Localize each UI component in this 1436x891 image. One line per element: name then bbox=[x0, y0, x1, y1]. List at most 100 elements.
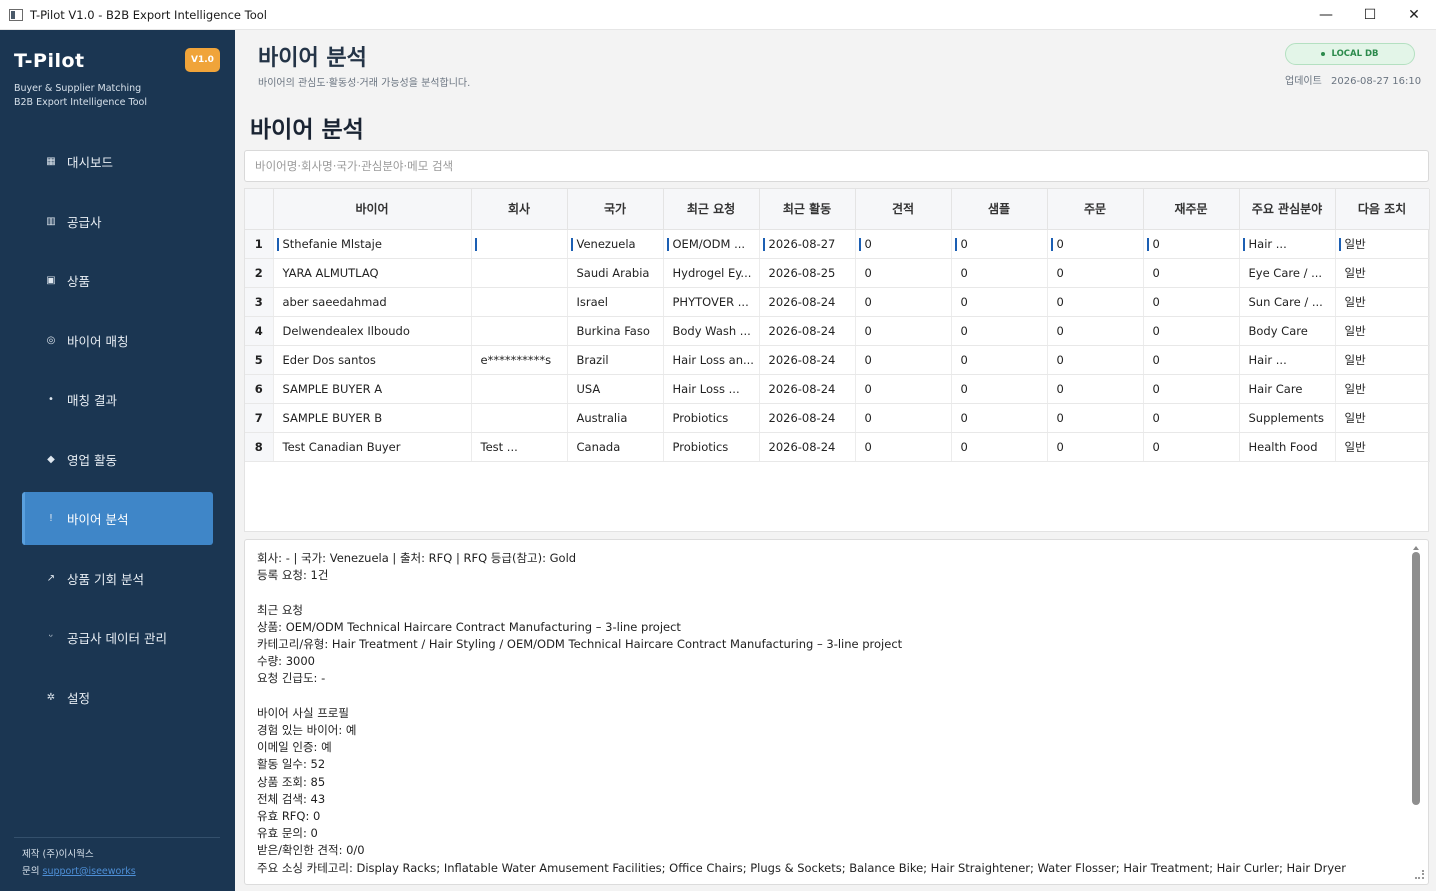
table-cell[interactable]: Brazil bbox=[567, 345, 664, 375]
table-cell[interactable]: Eder Dos santos bbox=[273, 345, 472, 375]
table-cell[interactable]: Body Wash ... bbox=[663, 316, 760, 346]
table-cell[interactable]: Test ... bbox=[471, 432, 568, 462]
table-cell[interactable]: Hair Loss an... bbox=[663, 345, 760, 375]
column-header[interactable]: 국가 bbox=[567, 189, 664, 230]
table-cell[interactable]: USA bbox=[567, 374, 664, 404]
sidebar-item-7[interactable]: ǃ 바이어 분석 bbox=[22, 492, 213, 545]
table-cell[interactable]: 0 bbox=[1143, 374, 1240, 404]
table-cell[interactable]: 일반 bbox=[1335, 374, 1430, 404]
table-cell[interactable]: SAMPLE BUYER B bbox=[273, 403, 472, 433]
table-cell[interactable]: OEM/ODM ... bbox=[663, 229, 760, 259]
table-cell[interactable]: 0 bbox=[1143, 287, 1240, 317]
table-cell[interactable]: 2026-08-24 bbox=[759, 345, 856, 375]
table-cell[interactable]: 0 bbox=[1143, 403, 1240, 433]
sidebar-item-1[interactable]: ▦ 대시보드 bbox=[22, 135, 213, 188]
table-cell[interactable]: Hydrogel Ey... bbox=[663, 258, 760, 288]
table-cell[interactable]: e**********s bbox=[471, 345, 568, 375]
table-cell[interactable]: aber saeedahmad bbox=[273, 287, 472, 317]
table-row[interactable]: 2 YARA ALMUTLAQ Saudi Arabia Hydrogel Ey...… bbox=[245, 258, 1430, 288]
table-cell[interactable]: 일반 bbox=[1335, 345, 1430, 375]
table-cell[interactable]: 2026-08-24 bbox=[759, 403, 856, 433]
scroll-up-arrow-icon[interactable] bbox=[1413, 546, 1419, 550]
column-header[interactable]: 견적 bbox=[855, 189, 952, 230]
table-cell[interactable]: Australia bbox=[567, 403, 664, 433]
sidebar-item-4[interactable]: ◎ 바이어 매칭 bbox=[22, 314, 213, 367]
table-cell[interactable] bbox=[471, 258, 568, 288]
table-cell[interactable]: 0 bbox=[1143, 316, 1240, 346]
table-cell[interactable]: 일반 bbox=[1335, 287, 1430, 317]
table-cell[interactable]: Health Food bbox=[1239, 432, 1336, 462]
table-cell[interactable]: 2026-08-24 bbox=[759, 374, 856, 404]
table-cell[interactable]: 0 bbox=[1143, 345, 1240, 375]
table-cell[interactable]: 0 bbox=[951, 403, 1048, 433]
table-cell[interactable]: Canada bbox=[567, 432, 664, 462]
sidebar-item-6[interactable]: ◆ 영업 활동 bbox=[22, 433, 213, 486]
table-cell[interactable]: 0 bbox=[1047, 229, 1144, 259]
table-cell[interactable]: Probiotics bbox=[663, 403, 760, 433]
table-cell[interactable] bbox=[471, 374, 568, 404]
table-row[interactable]: 5 Eder Dos santos e**********s Brazil Hair L… bbox=[245, 345, 1430, 375]
column-header[interactable]: 바이어 bbox=[273, 189, 472, 230]
table-cell[interactable]: 0 bbox=[855, 229, 952, 259]
table-cell[interactable]: 0 bbox=[1047, 345, 1144, 375]
table-cell[interactable]: PHYTOVER ... bbox=[663, 287, 760, 317]
table-cell[interactable]: Hair ... bbox=[1239, 345, 1336, 375]
detail-scrollbar[interactable] bbox=[1411, 546, 1421, 876]
sidebar-item-5[interactable]: • 매칭 결과 bbox=[22, 373, 213, 426]
table-cell[interactable]: Test Canadian Buyer bbox=[273, 432, 472, 462]
table-cell[interactable]: Probiotics bbox=[663, 432, 760, 462]
table-cell[interactable]: 0 bbox=[1047, 287, 1144, 317]
table-cell[interactable]: Venezuela bbox=[567, 229, 664, 259]
table-cell[interactable]: 일반 bbox=[1335, 316, 1430, 346]
table-row[interactable]: 7 SAMPLE BUYER B Australia Probiotics 2026-0… bbox=[245, 403, 1430, 433]
sidebar-item-3[interactable]: ▣ 상품 bbox=[22, 254, 213, 307]
table-cell[interactable]: Burkina Faso bbox=[567, 316, 664, 346]
table-cell[interactable]: 0 bbox=[1047, 432, 1144, 462]
table-cell[interactable]: 0 bbox=[1143, 229, 1240, 259]
table-cell[interactable]: 일반 bbox=[1335, 258, 1430, 288]
column-header[interactable]: 주요 관심분야 bbox=[1239, 189, 1336, 230]
close-button[interactable]: ✕ bbox=[1392, 0, 1436, 30]
table-cell[interactable]: 0 bbox=[855, 287, 952, 317]
table-cell[interactable]: SAMPLE BUYER A bbox=[273, 374, 472, 404]
table-cell[interactable] bbox=[471, 316, 568, 346]
table-cell[interactable]: YARA ALMUTLAQ bbox=[273, 258, 472, 288]
search-input[interactable] bbox=[244, 150, 1429, 182]
table-cell[interactable]: 0 bbox=[951, 316, 1048, 346]
column-header[interactable]: 샘플 bbox=[951, 189, 1048, 230]
table-cell[interactable]: 0 bbox=[951, 287, 1048, 317]
table-cell[interactable]: 0 bbox=[951, 374, 1048, 404]
buyer-detail-panel[interactable]: 회사: - | 국가: Venezuela | 출처: RFQ | RFQ 등급… bbox=[244, 539, 1429, 885]
table-cell[interactable]: 0 bbox=[1047, 316, 1144, 346]
table-row[interactable]: 4 Delwendealex Ilboudo Burkina Faso Body Wa… bbox=[245, 316, 1430, 346]
maximize-button[interactable]: ☐ bbox=[1348, 0, 1392, 30]
column-header[interactable]: 재주문 bbox=[1143, 189, 1240, 230]
table-cell[interactable]: 0 bbox=[855, 258, 952, 288]
sidebar-item-8[interactable]: ↗ 상품 기회 분석 bbox=[22, 552, 213, 605]
table-cell[interactable]: 0 bbox=[1143, 258, 1240, 288]
sidebar-item-9[interactable]: ᵕ 공급사 데이터 관리 bbox=[22, 611, 213, 664]
minimize-button[interactable]: — bbox=[1304, 0, 1348, 30]
table-cell[interactable]: Sun Care / ... bbox=[1239, 287, 1336, 317]
table-cell[interactable]: 일반 bbox=[1335, 432, 1430, 462]
column-header[interactable]: 회사 bbox=[471, 189, 568, 230]
table-cell[interactable]: 2026-08-24 bbox=[759, 287, 856, 317]
table-cell[interactable]: Eye Care / ... bbox=[1239, 258, 1336, 288]
table-cell[interactable]: 0 bbox=[1047, 258, 1144, 288]
table-cell[interactable] bbox=[471, 403, 568, 433]
column-header[interactable]: 다음 조치 bbox=[1335, 189, 1430, 230]
table-cell[interactable]: Saudi Arabia bbox=[567, 258, 664, 288]
table-cell[interactable]: 2026-08-25 bbox=[759, 258, 856, 288]
column-header[interactable]: 최근 활동 bbox=[759, 189, 856, 230]
table-row[interactable]: 3 aber saeedahmad Israel PHYTOVER ... 2026-0… bbox=[245, 287, 1430, 317]
table-cell[interactable]: 0 bbox=[951, 345, 1048, 375]
table-cell[interactable]: 2026-08-24 bbox=[759, 316, 856, 346]
column-header[interactable]: 주문 bbox=[1047, 189, 1144, 230]
table-cell[interactable]: Hair Care bbox=[1239, 374, 1336, 404]
contact-link[interactable]: support@iseeworks bbox=[43, 866, 136, 877]
table-cell[interactable]: 0 bbox=[855, 345, 952, 375]
table-cell[interactable]: 일반 bbox=[1335, 403, 1430, 433]
table-cell[interactable]: 0 bbox=[951, 432, 1048, 462]
table-cell[interactable]: 0 bbox=[855, 316, 952, 346]
table-cell[interactable]: 0 bbox=[855, 432, 952, 462]
